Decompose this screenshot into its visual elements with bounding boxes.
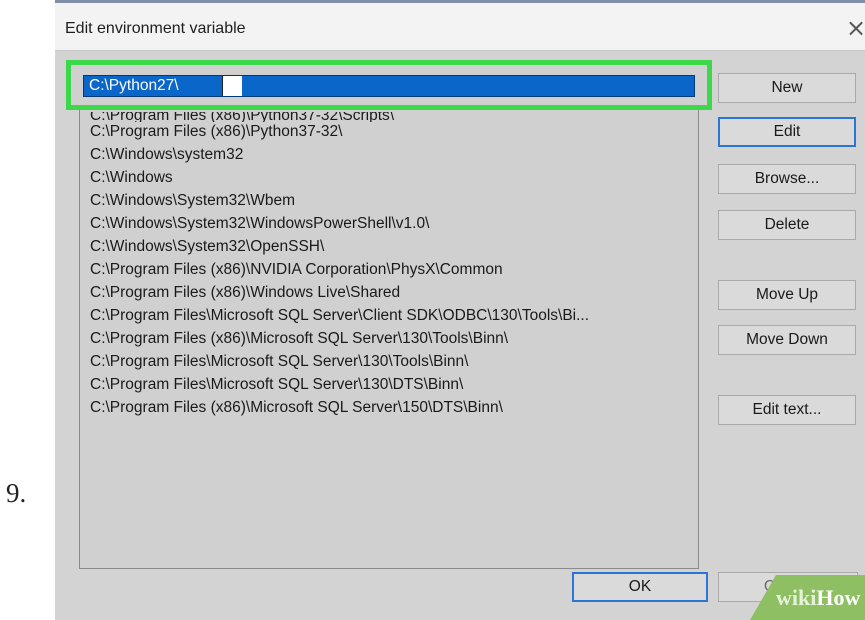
list-item[interactable]: C:\Program Files (x86)\Microsoft SQL Ser… [90, 396, 698, 419]
list-item[interactable]: C:\Windows\System32\WindowsPowerShell\v1… [90, 212, 698, 235]
title-bar: Edit environment variable × [55, 3, 865, 51]
list-item[interactable]: C:\Windows [90, 166, 698, 189]
ok-button[interactable]: OK [572, 572, 708, 602]
list-item[interactable]: C:\Program Files (x86)\NVIDIA Corporatio… [90, 258, 698, 281]
list-item[interactable]: C:\Program Files\Microsoft SQL Server\13… [90, 350, 698, 373]
list-item[interactable]: C:\Windows\System32\Wbem [90, 189, 698, 212]
edit-text-button[interactable]: Edit text... [718, 395, 856, 425]
move-down-button[interactable]: Move Down [718, 325, 856, 355]
list-item[interactable]: C:\Windows\system32 [90, 143, 698, 166]
browse-button[interactable]: Browse... [718, 164, 856, 194]
path-edit-value: C:\Python27\ [89, 77, 179, 94]
watermark-how: How [816, 585, 861, 610]
delete-button[interactable]: Delete [718, 210, 856, 240]
step-number: 9. [6, 478, 27, 508]
list-item[interactable]: C:\Program Files\Microsoft SQL Server\13… [90, 373, 698, 396]
edit-button[interactable]: Edit [718, 117, 856, 147]
list-item[interactable]: C:\Windows\System32\OpenSSH\ [90, 235, 698, 258]
dialog-title: Edit environment variable [65, 20, 246, 37]
edit-environment-variable-dialog: Edit environment variable × C:\Program F… [55, 0, 865, 620]
move-up-button[interactable]: Move Up [718, 280, 856, 310]
path-list[interactable]: C:\Program Files (x86)\Python37-32\Scrip… [79, 69, 699, 569]
list-item[interactable]: C:\Program Files (x86)\Windows Live\Shar… [90, 281, 698, 304]
watermark-wiki: wiki [776, 585, 817, 610]
list-item[interactable]: C:\Program Files (x86)\Microsoft SQL Ser… [90, 327, 698, 350]
list-item[interactable]: C:\Program Files\Microsoft SQL Server\Cl… [90, 304, 698, 327]
path-edit-field[interactable]: C:\Python27\ [83, 75, 695, 97]
wikihow-watermark: wikiHow [776, 585, 860, 611]
list-item[interactable]: C:\Program Files (x86)\Python37-32\ [90, 120, 698, 143]
highlight-frame: C:\Python27\ [66, 60, 712, 110]
text-cursor [222, 76, 242, 96]
new-button[interactable]: New [718, 73, 856, 103]
close-icon[interactable]: × [841, 13, 865, 43]
